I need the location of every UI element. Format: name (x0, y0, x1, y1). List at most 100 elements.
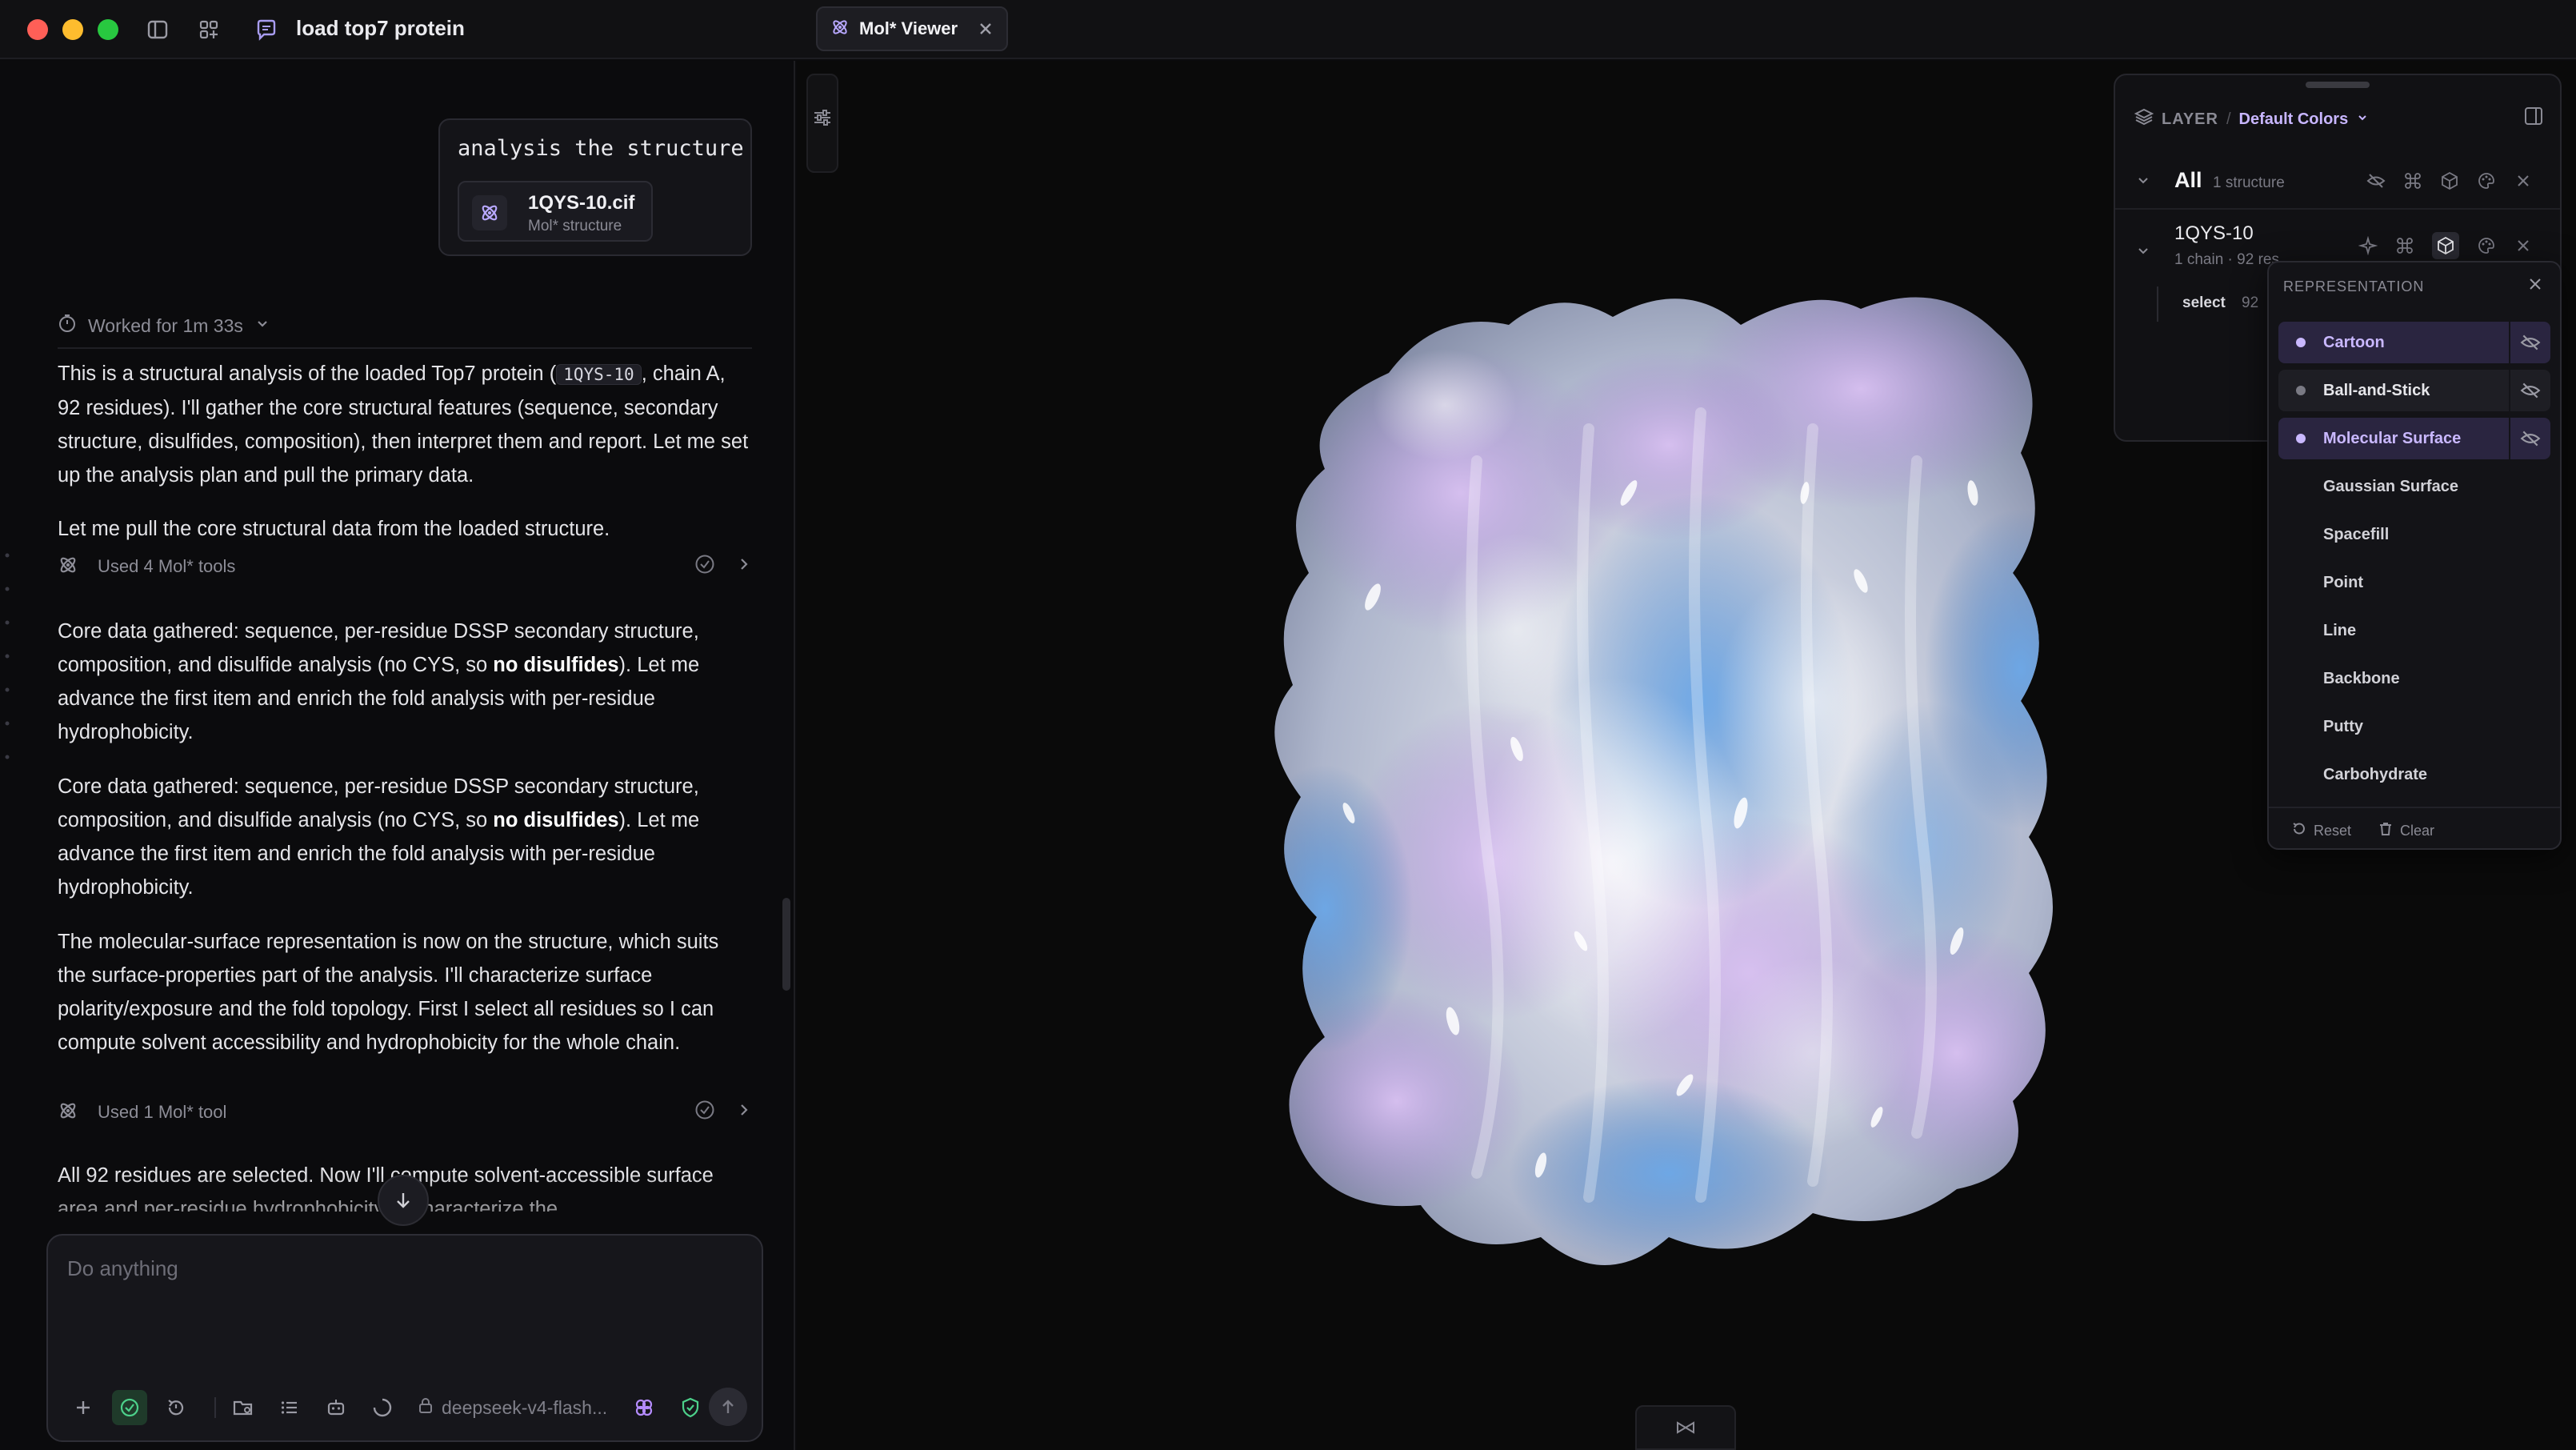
tree-line (2157, 286, 2158, 322)
attachment-name: 1QYS-10.cif (528, 192, 635, 214)
worked-for-toggle[interactable]: Worked for 1m 33s (58, 314, 270, 338)
inactive-dot (2296, 386, 2306, 395)
eye-off-icon[interactable] (2366, 171, 2386, 190)
tool-call-row[interactable]: Used 1 Mol* tool (58, 1096, 752, 1128)
panel-collapse-icon[interactable] (2523, 106, 2544, 130)
sliders-icon (814, 110, 830, 126)
select-label[interactable]: select (2182, 294, 2226, 312)
close-tab-icon[interactable] (976, 19, 995, 38)
add-icon[interactable] (66, 1390, 101, 1425)
command-icon[interactable] (2403, 171, 2422, 190)
select-count: 92 (2242, 294, 2259, 311)
bottom-panel-handle[interactable] (1635, 1405, 1736, 1450)
command-icon[interactable] (2395, 236, 2414, 255)
rep-item-ball-and-stick[interactable]: Ball-and-Stick (2278, 370, 2550, 411)
worked-for-label: Worked for 1m 33s (88, 314, 243, 336)
eye-off-icon[interactable] (2509, 418, 2550, 459)
robot-icon[interactable] (318, 1390, 354, 1425)
palette-icon[interactable] (2477, 236, 2496, 255)
rep-item-cartoon[interactable]: Cartoon (2278, 322, 2550, 363)
chevron-right-icon[interactable] (736, 556, 752, 576)
active-dot (2296, 434, 2306, 443)
tool-call-row[interactable]: Used 4 Mol* tools (58, 551, 752, 583)
active-dot (2296, 338, 2306, 347)
cube-icon[interactable] (2432, 232, 2459, 259)
close-icon[interactable] (2514, 236, 2533, 255)
chevron-down-icon (254, 315, 270, 337)
chat-scrollbar[interactable] (782, 898, 790, 991)
rep-item-label: Cartoon (2323, 333, 2385, 351)
layer-row-all[interactable]: All 1 structure (2115, 155, 2560, 210)
viewer-settings-button[interactable] (806, 74, 838, 173)
chat-panel: analysis the structure 1QYS-10.cif Mol* … (0, 61, 795, 1450)
color-preset-dropdown[interactable]: Default Colors (2239, 110, 2349, 129)
rep-item-spacefill[interactable]: Spacefill (2278, 514, 2550, 555)
eye-off-icon[interactable] (2509, 370, 2550, 411)
folder-search-icon[interactable] (226, 1390, 261, 1425)
approve-check-icon[interactable] (112, 1390, 147, 1425)
rep-item-label: Carbohydrate (2323, 765, 2428, 783)
list-icon[interactable] (272, 1390, 307, 1425)
user-message-text: analysis the structure (458, 136, 744, 161)
structure-sub: 1 chain · 92 res (2174, 251, 2279, 268)
rep-item-putty[interactable]: Putty (2278, 706, 2550, 747)
drag-handle[interactable] (2306, 82, 2370, 88)
model-selector[interactable]: deepseek-v4-flash... (418, 1396, 607, 1419)
close-icon[interactable] (2526, 275, 2546, 294)
rep-item-label: Putty (2323, 717, 2363, 735)
check-circle-icon (694, 554, 715, 579)
representation-header: REPRESENTATION (2283, 278, 2425, 294)
composer-toolbar: deepseek-v4-flash... (66, 1388, 747, 1428)
assistant-paragraph: The molecular-surface representation is … (58, 931, 719, 1054)
rep-item-carbohydrate[interactable]: Carbohydrate (2278, 754, 2550, 795)
scroll-to-bottom-button[interactable] (378, 1175, 429, 1226)
divider (214, 1397, 216, 1418)
sparkle-icon[interactable] (2358, 236, 2378, 255)
arrow-up-icon (722, 1400, 734, 1413)
atom-icon (472, 195, 507, 230)
send-button[interactable] (709, 1388, 747, 1426)
close-icon[interactable] (2514, 171, 2533, 190)
scroll-markers (5, 553, 10, 759)
attachment-chip[interactable]: 1QYS-10.cif Mol* structure (458, 181, 653, 242)
minimize-window-button[interactable] (62, 19, 83, 40)
window-title: load top7 protein (296, 16, 465, 40)
sidebar-toggle-icon[interactable] (144, 16, 171, 43)
rep-item-molecular-surface[interactable]: Molecular Surface (2278, 418, 2550, 459)
chevron-down-icon[interactable] (2136, 243, 2150, 262)
rep-item-label: Molecular Surface (2323, 429, 2462, 447)
tool-call-label: Used 4 Mol* tools (98, 556, 236, 576)
all-sub: 1 structure (2213, 174, 2285, 191)
check-circle-icon (694, 1100, 715, 1124)
chevron-down-icon (2356, 110, 2369, 129)
rep-item-line[interactable]: Line (2278, 610, 2550, 651)
rep-item-backbone[interactable]: Backbone (2278, 658, 2550, 699)
close-window-button[interactable] (27, 19, 48, 40)
maximize-window-button[interactable] (98, 19, 118, 40)
assistant-paragraph: Let me pull the core structural data fro… (58, 518, 610, 540)
reset-icon (2291, 821, 2307, 841)
reset-button[interactable]: Reset (2291, 821, 2351, 841)
separator: / (2226, 110, 2231, 128)
chevron-down-icon[interactable] (2136, 173, 2150, 191)
clear-button[interactable]: Clear (2378, 821, 2434, 841)
molecular-surface-render (1274, 297, 2054, 1265)
apps-grid-icon[interactable] (195, 16, 222, 43)
shield-check-icon[interactable] (673, 1390, 708, 1425)
history-icon[interactable] (158, 1390, 194, 1425)
rep-item-point[interactable]: Point (2278, 562, 2550, 603)
trash-icon (2378, 821, 2394, 841)
divider (2269, 807, 2560, 808)
user-message: analysis the structure 1QYS-10.cif Mol* … (438, 118, 752, 256)
divider (58, 347, 752, 349)
lock-icon (418, 1396, 434, 1419)
eye-off-icon[interactable] (2509, 322, 2550, 363)
prompt-input[interactable] (67, 1256, 739, 1281)
brain-icon[interactable] (626, 1390, 662, 1425)
cube-icon[interactable] (2440, 171, 2459, 190)
chevron-right-icon[interactable] (736, 1102, 752, 1122)
tab-mol-viewer[interactable]: Mol* Viewer (816, 6, 1008, 51)
palette-icon[interactable] (2477, 171, 2496, 190)
rep-item-gaussian-surface[interactable]: Gaussian Surface (2278, 466, 2550, 507)
tool-call-label: Used 1 Mol* tool (98, 1102, 227, 1122)
